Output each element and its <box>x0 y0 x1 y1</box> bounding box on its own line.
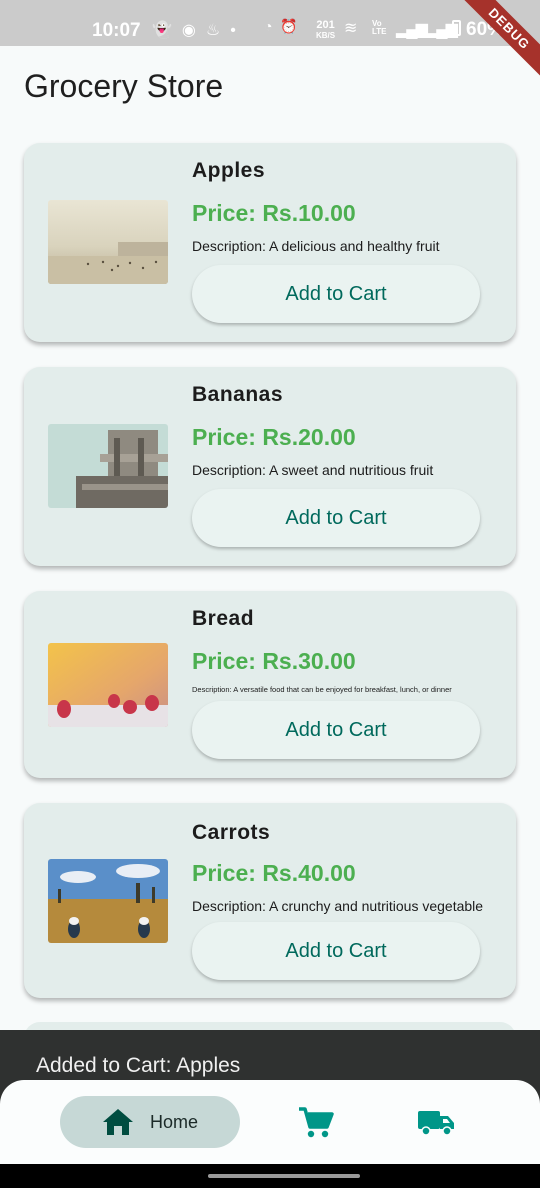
network-speed: 201 KB/S <box>316 20 335 41</box>
truck-icon[interactable] <box>417 1108 455 1138</box>
app-notification-icon: ♨ <box>205 22 231 39</box>
product-name: Bananas <box>192 383 284 406</box>
product-description: Description: A crunchy and nutritious ve… <box>192 898 484 914</box>
nav-item-home[interactable]: Home <box>60 1096 240 1148</box>
system-icons: ◔ ⏰ <box>264 18 300 35</box>
bottom-navigation: Home <box>0 1080 540 1164</box>
product-card-apples: Apples Price: Rs.10.00 Description: A de… <box>24 143 516 342</box>
product-card-carrots: Carrots Price: Rs.40.00 Description: A c… <box>24 803 516 998</box>
dot-icon: • <box>230 22 246 39</box>
home-icon <box>103 1109 133 1135</box>
gesture-bar <box>0 1164 540 1188</box>
product-name: Apples <box>192 159 266 182</box>
nav-label-home: Home <box>150 1112 199 1132</box>
product-price: Price: Rs.40.00 <box>192 860 356 886</box>
net-speed-value: 201 <box>316 19 335 31</box>
product-card-bread: Bread Price: Rs.30.00 Description: A ver… <box>24 591 516 778</box>
product-name: Carrots <box>192 821 271 844</box>
product-price: Price: Rs.10.00 <box>192 200 356 226</box>
page-title: Grocery Store <box>24 68 224 104</box>
product-description: Description: A delicious and healthy fru… <box>192 238 440 254</box>
product-name: Bread <box>192 607 255 630</box>
product-card-bananas: Bananas Price: Rs.20.00 Description: A s… <box>24 367 516 566</box>
product-description: Description: A versatile food that can b… <box>192 685 452 694</box>
status-time: 10:07 <box>92 20 141 41</box>
location-icon: ◉ <box>181 22 206 39</box>
net-speed-unit: KB/S <box>316 31 336 40</box>
add-to-cart-button[interactable]: Add to Cart <box>192 489 480 547</box>
product-description: Description: A sweet and nutritious frui… <box>192 462 434 478</box>
volte-icon: Vo LTE <box>372 19 387 36</box>
add-to-cart-button[interactable]: Add to Cart <box>192 265 480 323</box>
status-bar: 10:07 👻◉♨• ◔ ⏰ 201 KB/S ≋ Vo LTE ▂▄▆ ▂▄▆ … <box>0 0 540 46</box>
snapchat-icon: 👻 <box>152 22 182 39</box>
cart-icon[interactable] <box>298 1106 334 1140</box>
speedometer-icon: ◔ <box>264 18 275 34</box>
add-to-cart-button[interactable]: Add to Cart <box>192 922 480 980</box>
signal-icon-1: ▂▄▆ <box>396 21 428 38</box>
snackbar-message: Added to Cart: Apples <box>36 1054 241 1077</box>
home-indicator[interactable] <box>208 1174 360 1178</box>
product-image <box>48 424 168 508</box>
product-image <box>48 859 168 943</box>
wifi-icon: ≋ <box>344 20 358 37</box>
product-image <box>48 200 168 284</box>
product-image <box>48 643 168 727</box>
alarm-icon: ⏰ <box>280 18 300 34</box>
product-price: Price: Rs.20.00 <box>192 424 356 450</box>
product-price: Price: Rs.30.00 <box>192 648 356 674</box>
notification-icons: 👻◉♨• <box>152 20 246 40</box>
add-to-cart-button[interactable]: Add to Cart <box>192 701 480 759</box>
battery-icon <box>452 20 461 36</box>
